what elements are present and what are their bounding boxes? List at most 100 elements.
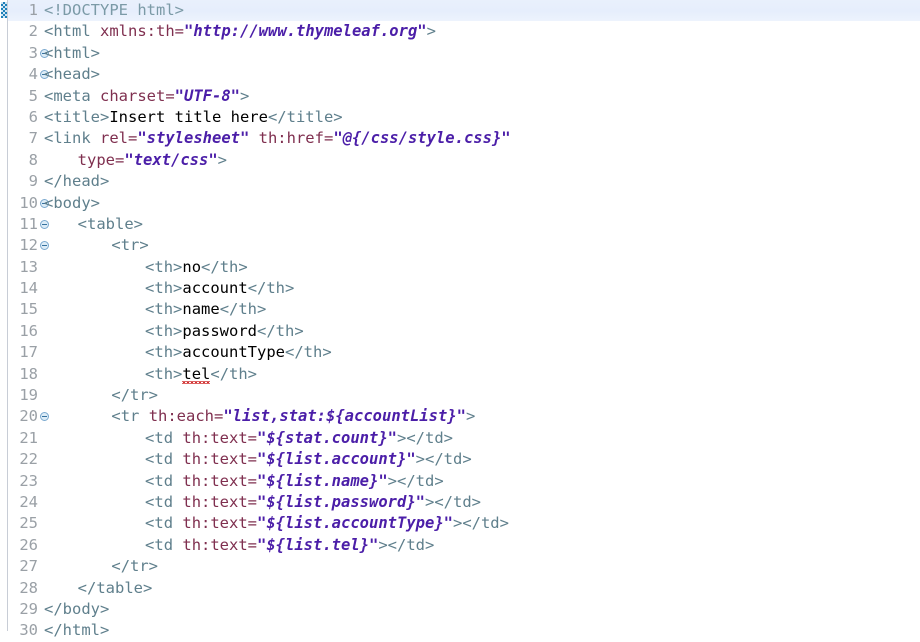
code-line[interactable]: 21 <td th:text="${stat.count}"></td> [0,428,920,449]
token-attr: th:text= [182,492,258,511]
code-line[interactable]: 10 <body> [0,193,920,214]
token-tag: ></td> [452,514,509,533]
token-val: "list,stat:${accountList}" [223,407,466,426]
code-editor[interactable]: 1 <!DOCTYPE html> 2 <html xmlns:th="http://… [0,0,920,639]
code-line[interactable]: 22 <td th:text="${list.account}"></td> [0,449,920,470]
token-val: "@{/css/style.css}" [333,129,511,148]
code-line[interactable]: 11 <table> [0,214,920,235]
code-line[interactable]: 3 <html> [0,43,920,64]
code-line-text: <td th:text="${list.password}"></td> [145,492,481,513]
token-text: no [182,257,202,276]
code-line[interactable]: 2 <html xmlns:th="http://www.thymeleaf.or… [0,21,920,42]
line-number: 29 [19,599,38,618]
token-text: password [182,321,258,340]
token-attr: xmlns:th= [100,22,184,41]
line-number: 28 [19,578,38,597]
code-line-text: <tr th:each="list,stat:${accountList}"> [111,406,475,427]
token-attr: type= [77,150,125,169]
collapse-fold-icon[interactable] [40,219,49,229]
code-line-text: <body> [44,193,100,214]
token-tag: </table> [77,578,153,597]
token-tag: <td [145,514,183,533]
spellcheck-error-text: tel [182,364,211,383]
token-tag: </tr> [111,386,159,405]
token-tag: <body> [44,193,100,212]
token-attr: th:text= [182,450,258,469]
line-number: 19 [19,386,38,405]
code-line[interactable]: 27 </tr> [0,556,920,577]
line-number: 13 [19,257,38,276]
code-line[interactable]: 19 </tr> [0,385,920,406]
code-line[interactable]: 23 <td th:text="${list.name}"></td> [0,471,920,492]
token-tag: <td [145,535,183,554]
token-val: "UTF-8" [174,86,240,105]
line-number: 7 [28,129,38,148]
code-line-text: <th>name</th> [145,299,266,320]
token-tag: </th> [210,364,258,383]
code-line[interactable]: 14 <th>account</th> [0,278,920,299]
token-val: "${list.password}" [257,492,425,511]
token-tag: ></td> [378,535,435,554]
code-line-text: <td th:text="${list.name}"></td> [145,471,444,492]
code-line[interactable]: 1 <!DOCTYPE html> [0,0,920,21]
line-number: 12 [19,236,38,255]
token-text: accountType [182,343,286,362]
code-line[interactable]: 8 type="text/css"> [0,150,920,171]
code-line[interactable]: 15 <th>name</th> [0,299,920,320]
code-line[interactable]: 18 <th>tel</th> [0,364,920,385]
code-line[interactable]: 26 <td th:text="${list.tel}"></td> [0,535,920,556]
token-tag: <table> [77,214,143,233]
collapse-fold-icon[interactable] [40,412,49,422]
code-line[interactable]: 5 <meta charset="UTF-8"> [0,86,920,107]
code-line-text: <th>accountType</th> [145,342,332,363]
token-tag: <th> [145,257,183,276]
token-val: "${list.accountType}" [257,514,453,533]
code-line[interactable]: 7 <link rel="stylesheet" th:href="@{/css/… [0,128,920,149]
code-line-text: <td th:text="${list.account}"></td> [145,449,472,470]
code-lines-container[interactable]: 1 <!DOCTYPE html> 2 <html xmlns:th="http://… [0,0,920,642]
token-text: Insert title here [109,107,268,126]
code-line[interactable]: 9 </head> [0,171,920,192]
token-attr: charset= [100,86,175,105]
token-val: "text/css" [124,150,218,169]
token-attr: th:text= [182,428,258,447]
code-line-text: <!DOCTYPE html> [44,0,184,21]
token-tag: <th> [145,343,183,362]
token-tag: <html [44,22,100,41]
code-line-text: <th>account</th> [145,278,294,299]
line-number: 1 [28,1,38,19]
token-attr: th:text= [182,471,258,490]
code-line[interactable]: 28 </table> [0,578,920,599]
token-tag: <link [44,129,100,148]
token-tag: </th> [257,321,304,340]
token-tag: <td [145,450,183,469]
code-line-text: <table> [78,214,143,235]
token-tag: ></td> [415,450,472,469]
code-line[interactable]: 13 <th>no</th> [0,257,920,278]
code-line[interactable]: 12 <tr> [0,235,920,256]
code-line-text: <meta charset="UTF-8"> [44,86,249,107]
line-number: 27 [19,557,38,576]
code-line-text: <td th:text="${list.accountType}"></td> [145,513,509,534]
code-line[interactable]: 24 <td th:text="${list.password}"></td> [0,492,920,513]
code-line[interactable]: 17 <th>accountType</th> [0,342,920,363]
line-number: 14 [19,279,38,298]
code-line[interactable]: 30 </html> [0,620,920,641]
code-line-text: </tr> [111,556,158,577]
code-line[interactable]: 20 <tr th:each="list,stat:${accountList}"… [0,406,920,427]
token-tag: <tr [111,407,149,426]
line-number: 18 [19,364,38,383]
code-line[interactable]: 29 </body> [0,599,920,620]
token-attr: th:each= [148,407,224,426]
code-line[interactable]: 25 <td th:text="${list.accountType}"></td… [0,513,920,534]
code-line[interactable]: 6 <title>Insert title here</title> [0,107,920,128]
code-line[interactable]: 16 <th>password</th> [0,321,920,342]
token-attr: th:text= [182,514,258,533]
collapse-fold-icon[interactable] [40,241,49,251]
token-tag: </th> [285,343,332,362]
line-number: 24 [19,492,38,511]
code-line-text: </html> [44,620,109,641]
code-line[interactable]: 4 <head> [0,64,920,85]
token-tag: > [465,407,476,426]
code-line-text: <th>password</th> [145,321,304,342]
